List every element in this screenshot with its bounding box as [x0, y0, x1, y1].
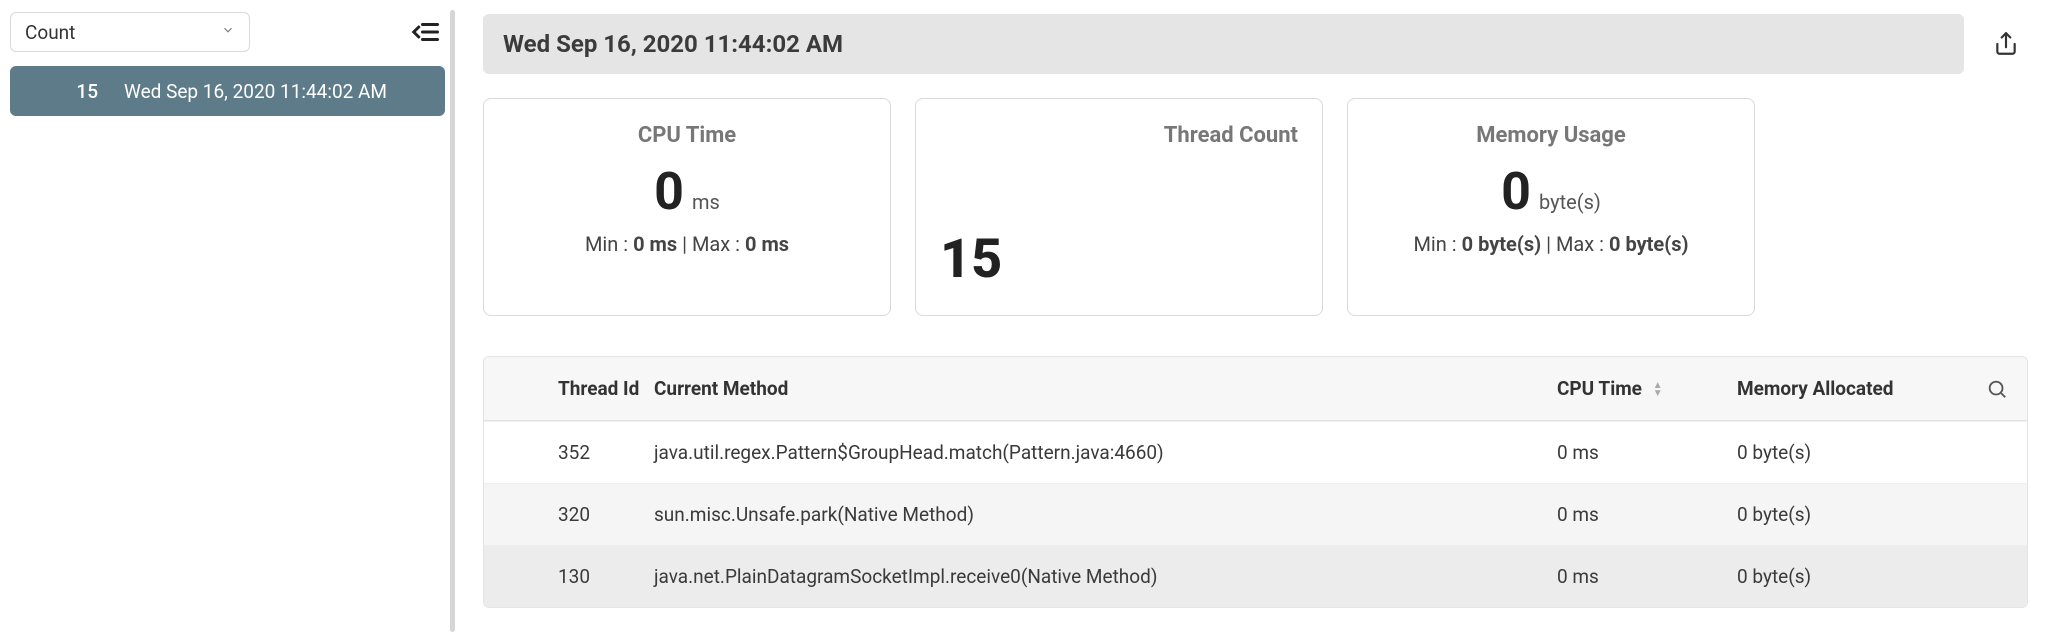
table-header-row: Thread Id Current Method CPU Time ▲▼ Mem…	[484, 357, 2027, 421]
memory-unit: byte(s)	[1539, 190, 1601, 214]
search-icon	[1986, 378, 2008, 400]
cell-cpu: 0 ms	[1557, 565, 1737, 588]
cpu-unit: ms	[692, 190, 720, 214]
main-content: Wed Sep 16, 2020 11:44:02 AM CPU Time 0 …	[455, 0, 2048, 632]
page-title-bar: Wed Sep 16, 2020 11:44:02 AM	[483, 14, 1964, 74]
cell-cpu: 0 ms	[1557, 441, 1737, 464]
count-select-label: Count	[25, 21, 75, 44]
cpu-minmax: Min : 0 ms | Max : 0 ms	[585, 232, 789, 256]
snapshot-count: 15	[28, 80, 98, 103]
sort-icon: ▲▼	[1653, 382, 1663, 398]
cell-method: sun.misc.Unsafe.park(Native Method)	[654, 503, 1557, 526]
sidebar: Count 15 Wed Sep 16, 2020 11:44:02 AM	[0, 0, 455, 632]
col-thread-id[interactable]: Thread Id	[484, 377, 654, 400]
col-cpu-time[interactable]: CPU Time ▲▼	[1557, 377, 1737, 400]
cell-thread-id: 130	[484, 565, 654, 588]
cell-method: java.util.regex.Pattern$GroupHead.match(…	[654, 441, 1557, 464]
count-select[interactable]: Count	[10, 12, 250, 52]
col-memory-allocated[interactable]: Memory Allocated	[1737, 377, 1967, 400]
table-body: 352 java.util.regex.Pattern$GroupHead.ma…	[484, 421, 2027, 607]
cell-mem: 0 byte(s)	[1737, 441, 1967, 464]
share-button[interactable]	[1984, 22, 2028, 66]
col-current-method[interactable]: Current Method	[654, 377, 1557, 400]
page-title: Wed Sep 16, 2020 11:44:02 AM	[503, 30, 843, 58]
snapshot-timestamp: Wed Sep 16, 2020 11:44:02 AM	[124, 80, 387, 103]
cell-method: java.net.PlainDatagramSocketImpl.receive…	[654, 565, 1557, 588]
table-row[interactable]: 352 java.util.regex.Pattern$GroupHead.ma…	[484, 421, 2027, 483]
sidebar-divider	[450, 10, 455, 632]
thread-card-title: Thread Count	[1164, 123, 1298, 148]
memory-usage-card: Memory Usage 0 byte(s) Min : 0 byte(s) |…	[1347, 98, 1755, 316]
thread-count-card: Thread Count 15	[915, 98, 1323, 316]
table-row[interactable]: 320 sun.misc.Unsafe.park(Native Method) …	[484, 483, 2027, 545]
cell-mem: 0 byte(s)	[1737, 503, 1967, 526]
threads-table: Thread Id Current Method CPU Time ▲▼ Mem…	[483, 356, 2028, 608]
cell-cpu: 0 ms	[1557, 503, 1737, 526]
cell-thread-id: 320	[484, 503, 654, 526]
memory-card-title: Memory Usage	[1476, 123, 1625, 148]
cell-mem: 0 byte(s)	[1737, 565, 1967, 588]
memory-minmax: Min : 0 byte(s) | Max : 0 byte(s)	[1413, 232, 1688, 256]
cell-thread-id: 352	[484, 441, 654, 464]
table-row[interactable]: 130 java.net.PlainDatagramSocketImpl.rec…	[484, 545, 2027, 607]
snapshot-list-item[interactable]: 15 Wed Sep 16, 2020 11:44:02 AM	[10, 66, 445, 116]
cpu-value: 0	[654, 166, 684, 218]
table-search-button[interactable]	[1967, 378, 2027, 400]
thread-count-value: 15	[940, 228, 1002, 291]
cpu-time-card: CPU Time 0 ms Min : 0 ms | Max : 0 ms	[483, 98, 891, 316]
cpu-card-title: CPU Time	[638, 123, 736, 148]
collapse-sidebar-button[interactable]	[405, 12, 445, 52]
chevron-down-icon	[221, 23, 235, 41]
memory-value: 0	[1501, 166, 1531, 218]
